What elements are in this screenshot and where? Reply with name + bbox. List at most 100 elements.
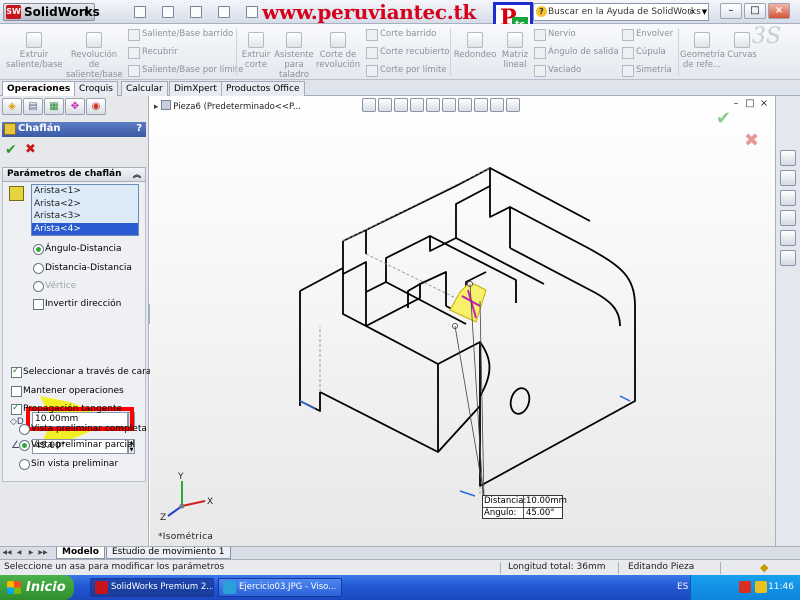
search-icon[interactable]: ⌕ (684, 4, 700, 20)
boundary-cut-button[interactable]: Corte por límite (366, 64, 447, 77)
keep-features-checkbox[interactable]: Mantener operaciones (11, 385, 124, 397)
boundary-boss-button[interactable]: Saliente/Base por límite (128, 64, 244, 77)
configuration-manager-tab-icon[interactable]: ▦ (44, 98, 64, 115)
angle-distance-radio[interactable]: Ángulo-Distancia (33, 243, 122, 255)
next-tab-arrow-icon[interactable]: ▶ (26, 548, 36, 558)
ok-button[interactable]: ✔ (5, 143, 17, 157)
cancel-button[interactable]: ✖ (25, 143, 36, 157)
help-icon[interactable]: ? (136, 122, 142, 136)
reference-geometry-icon (694, 32, 710, 48)
solidworks-logo-icon: SW (6, 5, 21, 19)
triad-y-label: Y (177, 472, 184, 482)
swept-cut-button[interactable]: Corte barrido (366, 28, 436, 41)
vertex-radio[interactable]: Vértice (33, 280, 76, 292)
edge-selection-list[interactable]: Arista<1> Arista<2> Arista<3> Arista<4> (31, 184, 139, 236)
list-item[interactable]: Arista<2> (32, 198, 138, 211)
maximize-button[interactable]: □ (744, 3, 766, 19)
custom-properties-icon[interactable] (780, 250, 796, 266)
part-model[interactable]: Y X Z (150, 96, 775, 546)
tray-app-icon[interactable] (739, 581, 751, 593)
tab-modelo[interactable]: Modelo (56, 547, 105, 559)
minimize-button[interactable]: – (720, 3, 742, 19)
chamfer-parameters-header[interactable]: Parámetros de chaflán ︽ (2, 167, 146, 182)
hole-wizard-button[interactable]: Asistente para taladro (274, 32, 314, 80)
collapse-chevron-icon[interactable]: ︽ (133, 168, 141, 181)
design-library-icon[interactable] (780, 170, 796, 186)
mid-front-edge (342, 274, 367, 327)
linear-pattern-button[interactable]: Matriz lineal (500, 32, 530, 70)
draft-button[interactable]: Ángulo de salida (534, 46, 619, 59)
print-icon[interactable] (218, 6, 230, 18)
view-palette-icon[interactable] (780, 210, 796, 226)
reference-geometry-label: Geometría de refe... (680, 50, 725, 70)
select-through-faces-checkbox[interactable]: Seleccionar a través de caras (11, 365, 156, 378)
chamfer-title-bar: Chaflán ? (2, 122, 146, 137)
status-divider (500, 562, 501, 574)
rib-button[interactable]: Nervio (534, 28, 576, 41)
revolve-boss-label: Revolución de saliente/base (66, 50, 123, 80)
dome-button[interactable]: Cúpula (622, 46, 666, 59)
save-icon[interactable] (190, 6, 202, 18)
extrude-cut-button[interactable]: Extruir corte (238, 32, 274, 70)
dimxpert-manager-tab-icon[interactable]: ✥ (65, 98, 85, 115)
search-dropdown-icon[interactable]: ▼ (700, 3, 709, 21)
rebuild-status-icon[interactable]: ◆ (760, 560, 768, 575)
language-indicator[interactable]: ES (677, 575, 688, 600)
callout-distance-value[interactable]: 10.00mm (523, 496, 567, 507)
list-item-selected[interactable]: Arista<4> (32, 222, 138, 235)
tab-dimxpert[interactable]: DimXpert (169, 81, 222, 96)
swept-boss-button[interactable]: Saliente/Base barrido (128, 28, 233, 41)
triad-x-label: X (207, 497, 213, 507)
model-tabs-bar: ◀◀ ◀ ▶ ▶▶ Modelo Estudio de movimiento 1 (0, 546, 800, 559)
callout-distance-label: Distancia: (484, 496, 527, 506)
tab-operaciones[interactable]: Operaciones (2, 81, 76, 96)
solidworks-menu-button[interactable]: SW SolidWorks ▶ (3, 3, 100, 21)
new-document-icon[interactable] (134, 6, 146, 18)
full-preview-radio[interactable]: Vista preliminar completa (19, 423, 147, 435)
loft-button[interactable]: Recubrir (128, 46, 178, 59)
list-item[interactable]: Arista<3> (32, 210, 138, 223)
solidworks-resources-icon[interactable] (780, 150, 796, 166)
prev-tab-arrow-icon[interactable]: ◀ (14, 548, 24, 558)
wrap-button[interactable]: Envolver (622, 28, 673, 41)
tangent-propagation-checkbox[interactable]: Propagación tangente (11, 402, 122, 415)
appearances-icon[interactable] (780, 230, 796, 246)
mirror-button[interactable]: Simetría (622, 64, 672, 77)
revolve-boss-button[interactable]: Revolución de saliente/base (66, 32, 123, 80)
reference-geometry-button[interactable]: Geometría de refe... (680, 32, 725, 70)
tray-network-icon[interactable] (755, 581, 767, 593)
list-item[interactable]: Arista<1> (32, 185, 138, 198)
tab-croquis[interactable]: Croquis (74, 81, 118, 96)
feature-manager-tab-icon[interactable]: ◈ (2, 98, 22, 115)
tab-motion-study[interactable]: Estudio de movimiento 1 (106, 547, 231, 559)
display-manager-tab-icon[interactable]: ◉ (86, 98, 106, 115)
partial-preview-radio[interactable]: Vista preliminar parcial (19, 439, 135, 451)
graphics-area[interactable]: ▸Pieza6 (Predeterminado<<P... –□× ✔ ✖ (150, 96, 775, 546)
tab-calcular[interactable]: Calcular (121, 81, 168, 96)
property-manager-tab-icon[interactable]: ▤ (23, 98, 43, 115)
shell-button[interactable]: Vaciado (534, 64, 581, 77)
file-explorer-icon[interactable] (780, 190, 796, 206)
help-search-input[interactable]: ? Buscar en la Ayuda de SolidWorks (533, 3, 709, 21)
callout-angle-value[interactable]: 45.00° (523, 508, 562, 518)
extrude-cut-label: Extruir corte (241, 50, 271, 70)
taskbar-item-image-viewer[interactable]: Ejercicio03.JPG - Viso... (218, 578, 342, 597)
no-preview-radio[interactable]: Sin vista preliminar (19, 458, 118, 470)
start-button[interactable]: Inicio (0, 575, 74, 600)
last-tab-arrow-icon[interactable]: ▶▶ (38, 548, 48, 558)
first-tab-arrow-icon[interactable]: ◀◀ (2, 548, 12, 558)
extrude-cut-icon (248, 32, 264, 48)
distance-distance-radio[interactable]: Distancia-Distancia (33, 262, 132, 274)
fillet-button[interactable]: Redondeo (452, 32, 498, 60)
undo-icon[interactable] (246, 6, 258, 18)
revolve-cut-button[interactable]: Corte de revolución (316, 32, 360, 70)
tab-productos-office[interactable]: Productos Office (221, 81, 305, 96)
chamfer-dimension-callout[interactable]: Distancia: 10.00mm Ángulo: 45.00° (482, 495, 567, 519)
close-button[interactable]: × (768, 3, 790, 19)
flip-direction-checkbox[interactable]: Invertir dirección (33, 298, 121, 310)
lofted-cut-button[interactable]: Corte recubierto (366, 46, 450, 59)
open-icon[interactable] (162, 6, 174, 18)
title-bar: SW SolidWorks ▶ www.peruviantec.tk P tc … (0, 0, 800, 38)
taskbar-item-solidworks[interactable]: SolidWorks Premium 2... (90, 578, 214, 597)
extrude-boss-button[interactable]: Extruir saliente/base (6, 32, 63, 70)
